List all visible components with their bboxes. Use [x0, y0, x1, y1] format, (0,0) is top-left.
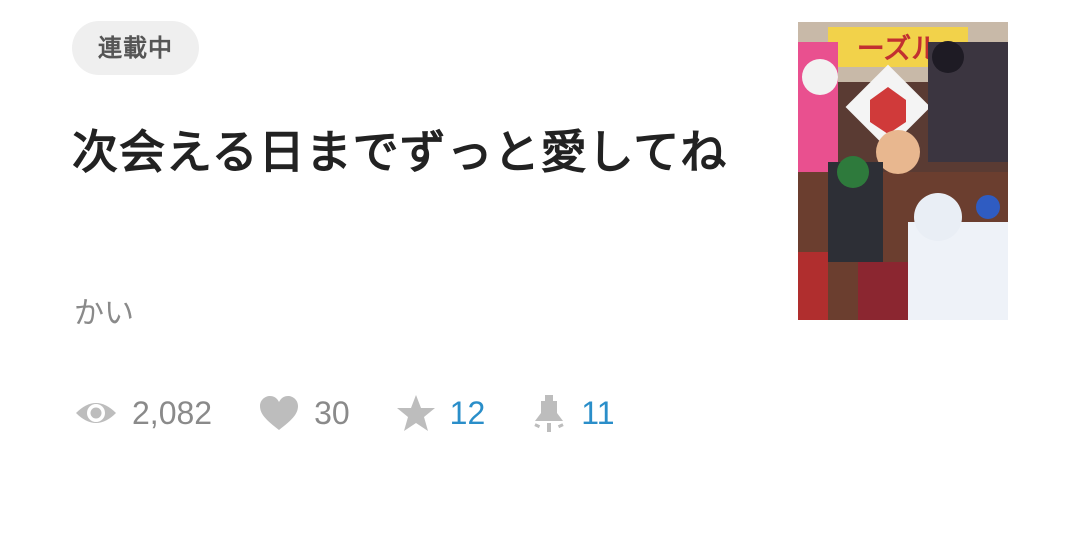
views-stat: 2,082 — [74, 395, 212, 432]
stats-row: 2,082 30 12 11 — [74, 388, 660, 438]
bell-icon — [531, 393, 567, 433]
cover-title-text: ーズル — [857, 32, 940, 65]
star-icon — [396, 394, 436, 432]
comments-count: 11 — [581, 394, 615, 431]
favorites-stat[interactable]: 12 — [396, 394, 486, 432]
cover-image[interactable]: ーズル — [798, 22, 1008, 320]
author-name[interactable]: かい — [74, 288, 134, 332]
favorites-count: 12 — [449, 394, 486, 431]
eye-icon — [74, 397, 118, 429]
likes-stat[interactable]: 30 — [258, 394, 350, 432]
comments-stat[interactable]: 11 — [531, 393, 614, 433]
status-badge: 連載中 — [72, 21, 199, 75]
views-count: 2,082 — [132, 394, 213, 431]
heart-icon — [258, 394, 300, 432]
story-title[interactable]: 次会える日までずっと愛してね — [72, 118, 742, 186]
likes-count: 30 — [314, 394, 350, 431]
